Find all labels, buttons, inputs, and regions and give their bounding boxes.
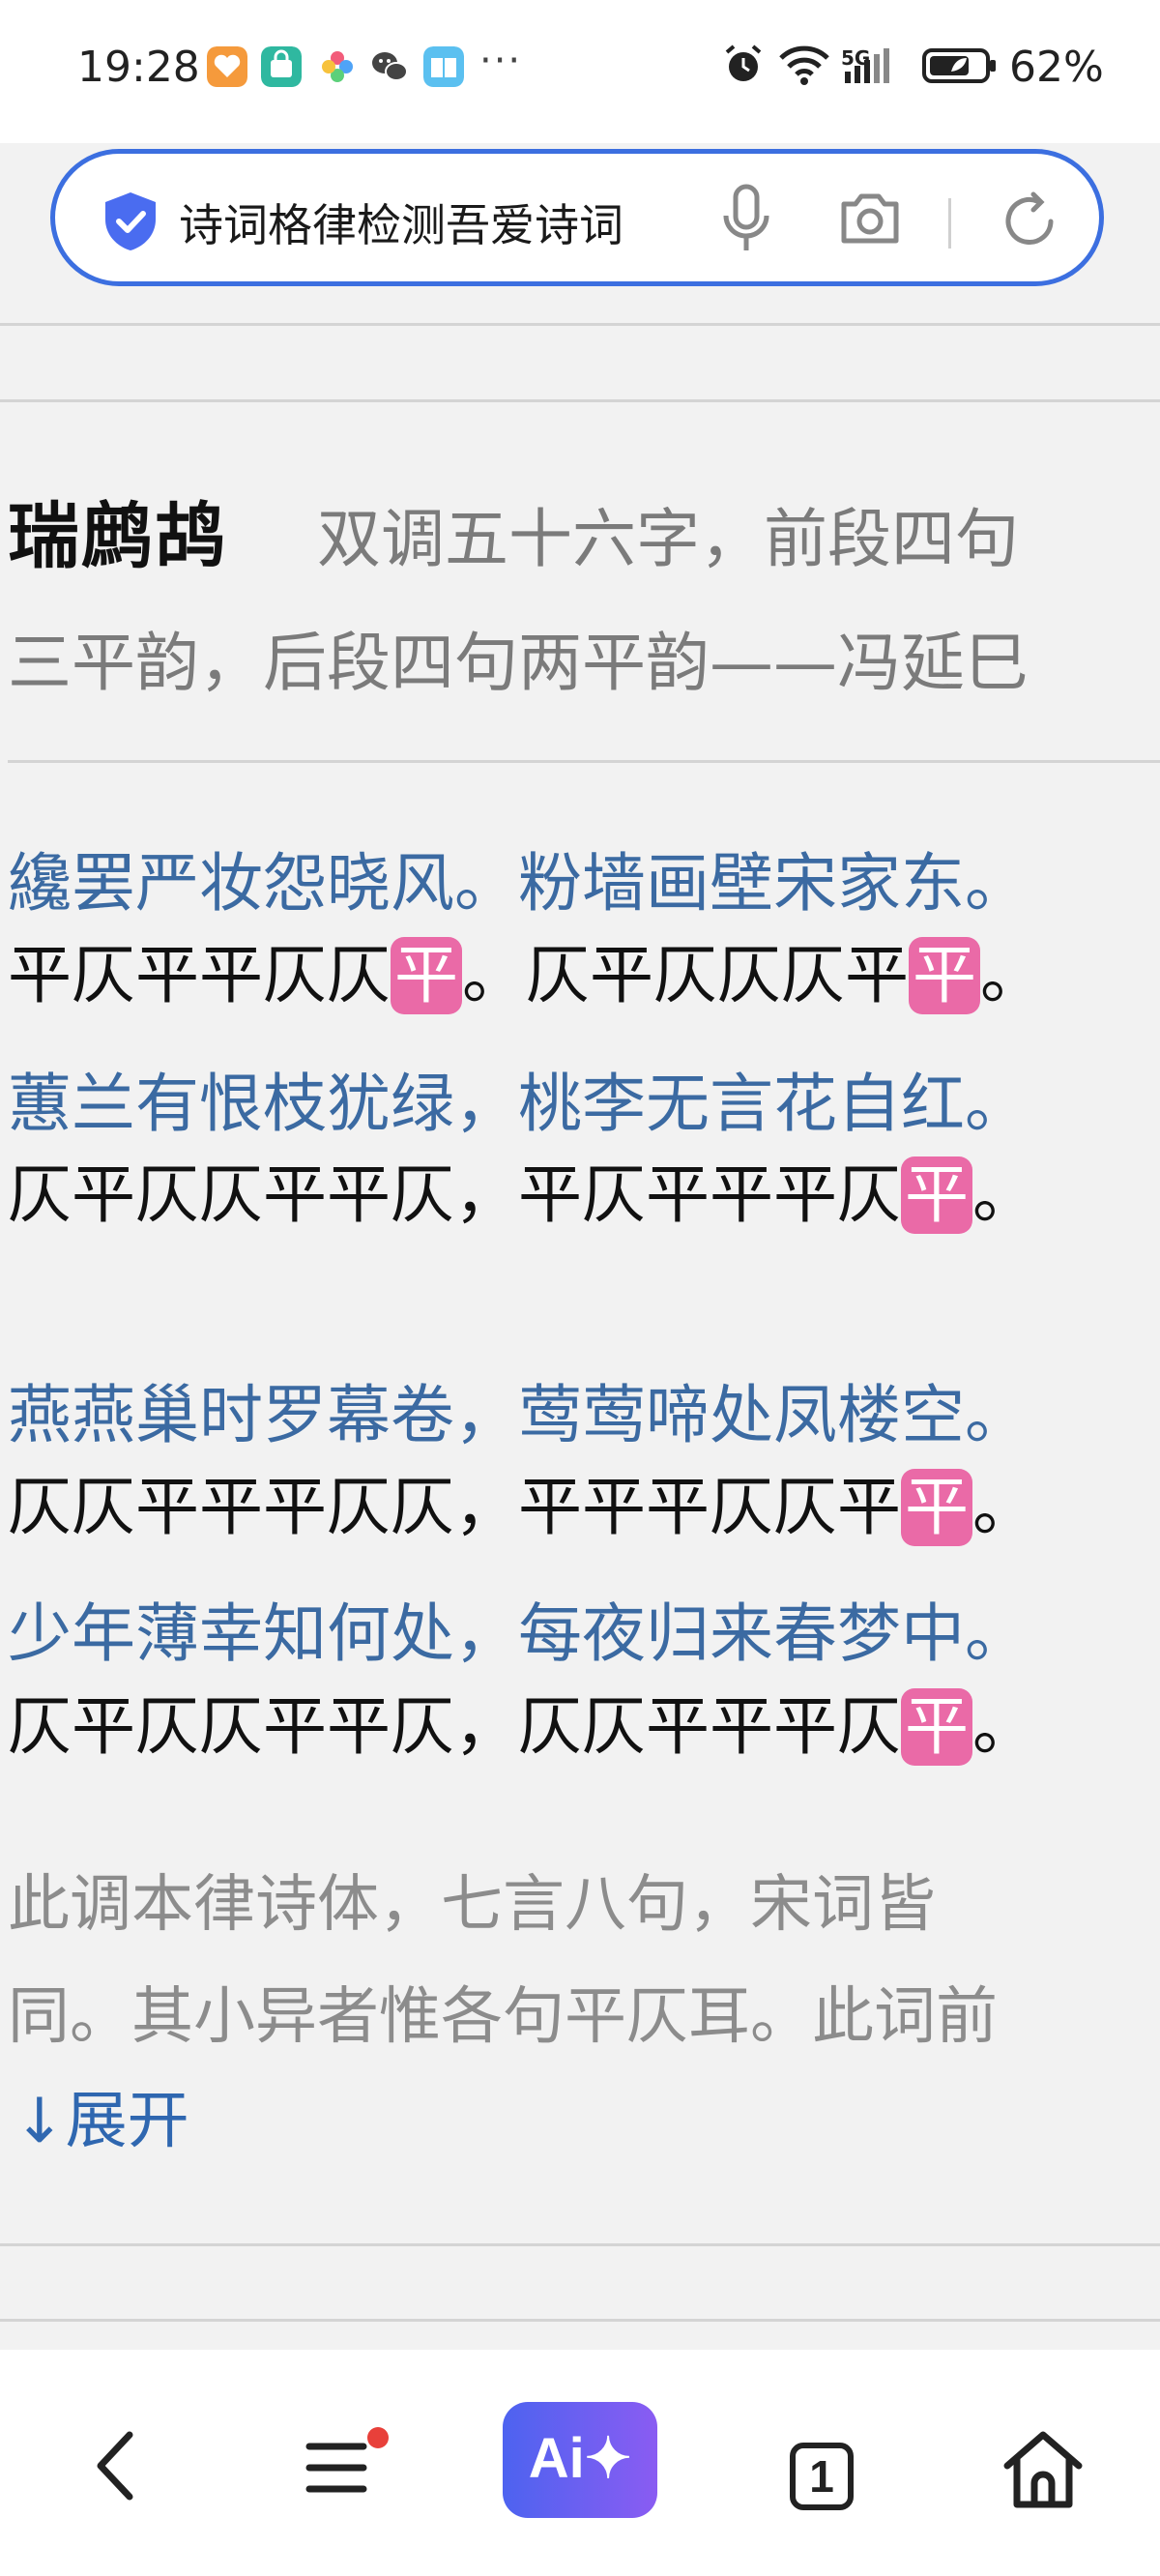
rhyme-mark: 平 (391, 937, 462, 1014)
battery-icon (922, 48, 996, 83)
divider (0, 2319, 1160, 2322)
tone-text: 仄仄平平平仄仄，平平平仄仄平 (8, 1470, 901, 1544)
poem-verse-line: 纔罢严妆怨晓风。粉墙画壁宋家东。 (8, 846, 1029, 921)
ai-assistant-button[interactable]: Ai✦ (503, 2402, 657, 2518)
poem-verse-line: 燕燕巢时罗幕卷，莺莺啼处凤楼空。 (8, 1378, 1029, 1452)
tabs-button[interactable]: 1 (790, 2443, 854, 2510)
notification-dot (367, 2427, 389, 2448)
microphone-icon[interactable] (720, 183, 772, 258)
tone-pattern-line: 仄仄平平平仄仄，平平平仄仄平平。 (8, 1455, 1036, 1548)
rhyme-mark: 平 (901, 1156, 972, 1234)
note-text: 同。其小异者惟各句平仄耳。此词前 (8, 1981, 998, 2053)
honor-store-icon (261, 46, 302, 87)
tone-text: 。 (972, 1157, 1036, 1232)
bottom-navigation: Ai✦ 1 (0, 2350, 1160, 2576)
menu-icon[interactable] (305, 2441, 367, 2495)
tone-text: 平仄平平仄仄 (8, 938, 391, 1012)
divider (0, 2243, 1160, 2246)
tone-text: 。 (972, 1470, 1036, 1544)
search-divider (948, 198, 951, 249)
wechat-icon (372, 52, 408, 81)
poem-format-desc: 双调五十六字，前段四句 (317, 502, 1019, 576)
note-text: 此调本律诗体，七言八句，宋词皆 (8, 1869, 936, 1941)
tone-pattern-line: 仄平仄仄平平仄，平仄平平平仄平。 (8, 1143, 1036, 1236)
alarm-icon (725, 44, 762, 81)
camera-icon[interactable] (838, 189, 902, 247)
tone-pattern-line: 仄平仄仄平平仄，仄仄平平平仄平。 (8, 1675, 1036, 1768)
search-bar[interactable]: 诗词格律检测吾爱诗词 (50, 149, 1104, 286)
health-app-icon (207, 46, 247, 87)
rhyme-mark: 平 (909, 937, 980, 1014)
rhyme-mark: 平 (901, 1469, 972, 1546)
photos-app-icon (322, 51, 353, 82)
divider (8, 760, 1160, 763)
poem-title: 瑞鹧鸪 (8, 495, 228, 578)
poem-title-line: 瑞鹧鸪 双调五十六字，前段四句 (8, 479, 1019, 582)
tone-text: 仄平仄仄平平仄，仄仄平平平仄 (8, 1689, 901, 1764)
status-time: 19:28 (77, 43, 200, 92)
wifi-icon (779, 45, 829, 85)
ai-button-label: Ai✦ (528, 2427, 632, 2490)
divider (0, 399, 1160, 402)
poem-verse-line: 蕙兰有恨枝犹绿，桃李无言花自红。 (8, 1067, 1029, 1141)
back-icon[interactable] (89, 2427, 143, 2504)
signal-icon (845, 48, 889, 83)
poem-format-desc-2: 三平韵，后段四句两平韵——冯延巳 (8, 626, 1029, 700)
divider (0, 323, 1160, 326)
tone-text: 仄平仄仄平平仄，平仄平平平仄 (8, 1157, 901, 1232)
tone-pattern-line: 平仄平平仄仄平。仄平仄仄仄平平。 (8, 923, 1044, 1016)
refresh-icon[interactable] (999, 190, 1060, 252)
tone-text: 。仄平仄仄仄平 (462, 938, 909, 1012)
search-input[interactable]: 诗词格律检测吾爱诗词 (179, 190, 720, 254)
poem-verse-line: 少年薄幸知何处，每夜归来春梦中。 (8, 1596, 1029, 1671)
reader-app-icon (423, 46, 464, 87)
tone-text: 。 (972, 1689, 1036, 1764)
expand-link[interactable]: ↓展开 (14, 2071, 189, 2160)
status-bar: 19:28 ··· 5G 62% (0, 0, 1160, 143)
battery-percent: 62% (1009, 43, 1104, 92)
rhyme-mark: 平 (901, 1688, 972, 1766)
home-icon[interactable] (1000, 2427, 1087, 2510)
more-notifications-icon: ··· (479, 39, 523, 83)
tone-text: 。 (980, 938, 1044, 1012)
shield-check-icon (105, 192, 156, 250)
